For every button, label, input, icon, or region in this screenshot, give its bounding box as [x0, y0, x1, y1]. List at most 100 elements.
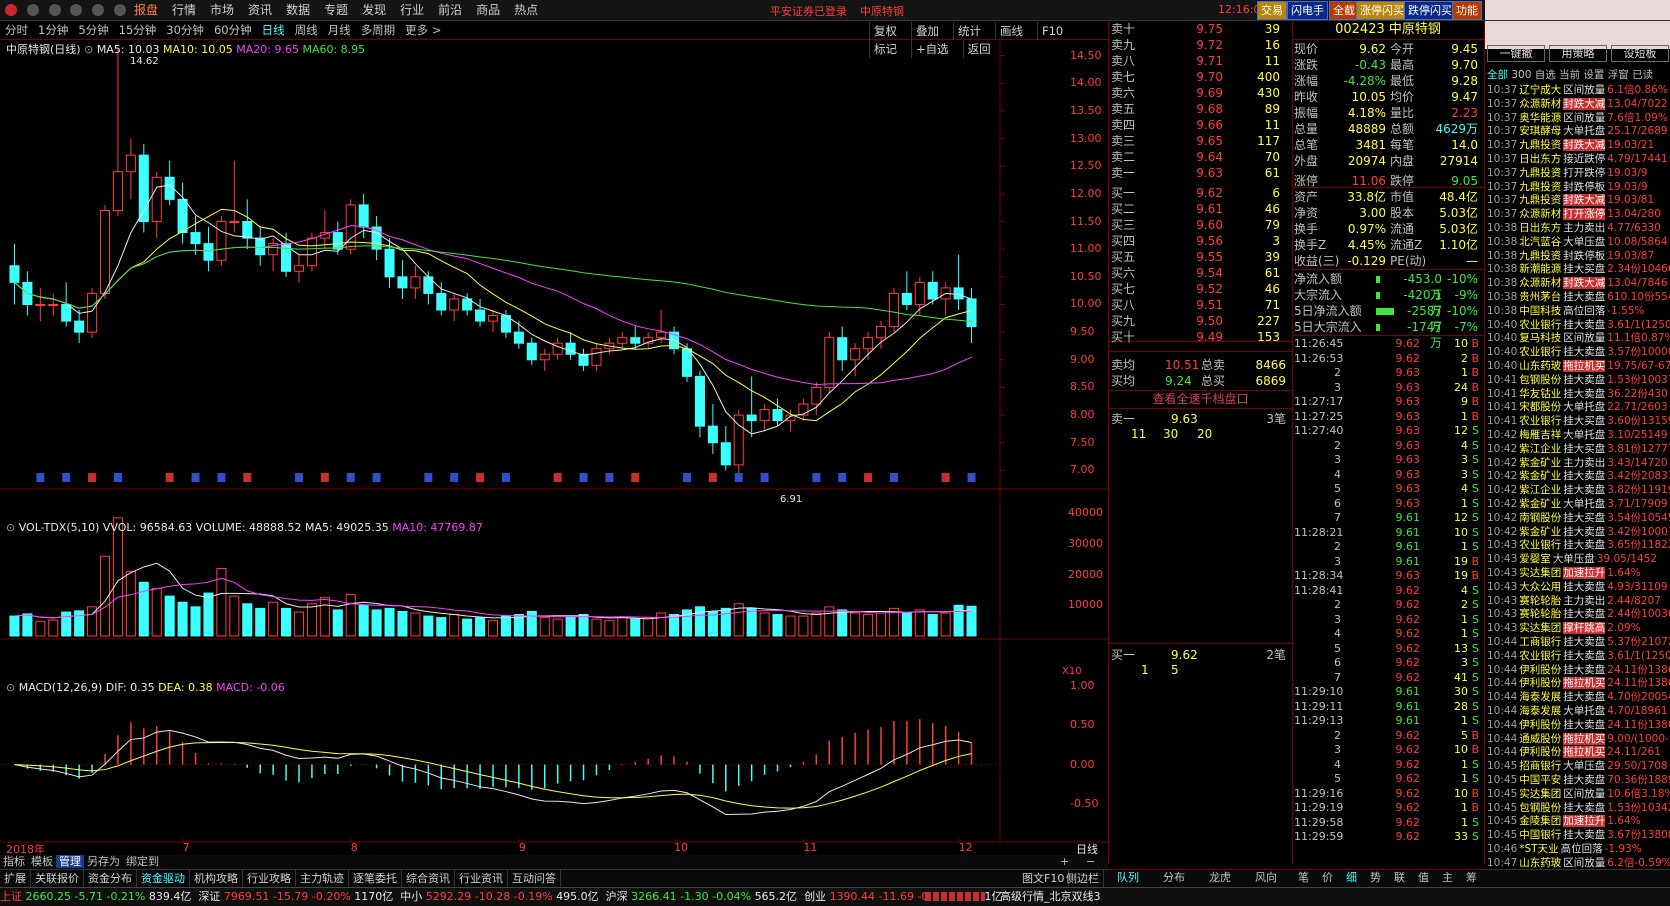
news-item[interactable]: 10:42 紫江企业 挂大买盘 3.81份12777 — [1487, 442, 1670, 456]
news-item[interactable]: 10:38 北汽蓝谷 大单压盘 10.08/5864 — [1487, 235, 1670, 249]
ask-row[interactable]: 卖六 9.69 430 — [1111, 85, 1290, 101]
ask-row[interactable]: 卖九 9.72 16 — [1111, 37, 1290, 53]
news-tab-read[interactable]: 已读 — [1632, 69, 1653, 81]
limit-up-buy-button[interactable]: 涨停闪买 — [1356, 1, 1408, 20]
news-item[interactable]: 10:40 复马科技 区间放量 11.1倍0.87% — [1487, 331, 1670, 345]
tab-bind[interactable]: 绑定到 — [123, 855, 162, 868]
news-item[interactable]: 10:42 梅雁吉祥 大单托盘 3.10/25149 — [1487, 428, 1670, 442]
period-60min[interactable]: 60分钟 — [214, 21, 252, 39]
news-item[interactable]: 10:44 通威股份 拖拉机买 9.00/(1000-1 — [1487, 732, 1670, 746]
ask-row[interactable]: 卖三 9.65 117 — [1111, 133, 1290, 149]
news-tab-300[interactable]: 300 — [1511, 69, 1531, 81]
period-30min[interactable]: 30分钟 — [166, 21, 204, 39]
tab-distribution[interactable]: 分布 — [1163, 870, 1185, 885]
tool-f10[interactable]: F10 — [1037, 22, 1067, 40]
period-month[interactable]: 月线 — [328, 21, 351, 39]
tab-qa[interactable]: 互动问答 — [508, 870, 561, 887]
menu-markets[interactable]: 市场 — [210, 0, 234, 20]
tab-related-quotes[interactable]: 关联报价 — [31, 870, 84, 887]
tab-trend[interactable]: 势 — [1370, 870, 1381, 885]
tool-restore-rights[interactable]: 复权 — [869, 22, 901, 40]
news-item[interactable]: 10:41 包钢股份 挂大卖盘 1.53份10037 — [1487, 373, 1670, 387]
news-item[interactable]: 10:43 农业银行 挂大卖盘 3.65份11822 — [1487, 538, 1670, 552]
news-item[interactable]: 10:42 紫金矿业 主力卖出 3.43/14720 — [1487, 456, 1670, 470]
period-1min[interactable]: 1分钟 — [38, 21, 68, 39]
ask-row[interactable]: 卖八 9.71 11 — [1111, 53, 1290, 69]
ask-row[interactable]: 卖四 9.66 11 — [1111, 117, 1290, 133]
period-5min[interactable]: 5分钟 — [78, 21, 108, 39]
menu-topics[interactable]: 专题 — [324, 0, 348, 20]
news-item[interactable]: 10:45 中国银行 挂大卖盘 3.67份13808 — [1487, 828, 1670, 842]
news-item[interactable]: 10:46 *ST天业 高位回落 -1.93% — [1487, 842, 1670, 856]
news-item[interactable]: 10:37 九鼎投资 封跌大减 19.03/81 — [1487, 193, 1670, 207]
period-multi[interactable]: 多周期 — [361, 21, 396, 39]
function-button[interactable]: 功能 — [1452, 1, 1482, 20]
bid-row[interactable]: 买八 9.51 71 — [1111, 297, 1290, 313]
zoom-in-icon[interactable]: + — [1060, 855, 1069, 869]
bid-row[interactable]: 买七 9.52 46 — [1111, 281, 1290, 297]
news-item[interactable]: 10:37 九鼎投资 封跌停板 19.03/9 — [1487, 180, 1670, 194]
refresh-icon[interactable] — [70, 4, 83, 16]
news-item[interactable]: 10:37 九鼎投资 封跌大减 19.03/21 — [1487, 138, 1670, 152]
use-strategy-button[interactable]: 用策略 — [1549, 45, 1607, 62]
limit-down-buy-button[interactable]: 跌停闪买 — [1404, 1, 1456, 20]
period-tick[interactable]: 分时 — [5, 21, 28, 39]
one-key-cancel-button[interactable]: 一键撤 — [1487, 45, 1545, 62]
bid-row[interactable]: 买四 9.56 3 — [1111, 233, 1290, 249]
collapse-icon[interactable]: ⊙ — [6, 521, 15, 534]
news-item[interactable]: 10:42 紫金矿业 挂大卖盘 3.42份10001 — [1487, 525, 1670, 539]
status-sh[interactable]: 上证 2660.25 -5.71 -0.21% 839.4亿 — [0, 890, 191, 903]
news-tab-settings[interactable]: 设置 — [1583, 69, 1604, 81]
news-item[interactable]: 10:37 奥华能源 区间放量 7.6倍1.09% — [1487, 111, 1670, 125]
news-item[interactable]: 10:38 九鼎投资 封跌停板 19.03/87 — [1487, 249, 1670, 263]
tab-institution[interactable]: 机构攻略 — [190, 870, 243, 887]
news-item[interactable]: 10:44 伊利股份 挂大卖盘 24.11份1386 — [1487, 663, 1670, 677]
news-item[interactable]: 10:38 新潮能源 挂大买盘 2.34份10466 — [1487, 262, 1670, 276]
forward-icon[interactable] — [48, 4, 61, 16]
trade-button[interactable]: 交易 — [1257, 1, 1287, 20]
news-item[interactable]: 10:44 海泰发展 大单托盘 4.70/18961 — [1487, 704, 1670, 718]
news-item[interactable]: 10:43 赛轮轮胎 主力卖出 2.44/8207 — [1487, 594, 1670, 608]
flash-hand-button[interactable]: 闪电手 — [1287, 1, 1328, 20]
ask-row[interactable]: 卖七 9.70 400 — [1111, 69, 1290, 85]
news-item[interactable]: 10:47 山东药玻 区间放量 6.2倍-0.59% — [1487, 856, 1670, 870]
news-item[interactable]: 10:44 海泰发展 挂大卖盘 4.70份20054 — [1487, 690, 1670, 704]
tab-extend[interactable]: 扩展 — [0, 870, 31, 887]
news-item[interactable]: 10:41 宋都股份 大单托盘 22.71/2603 — [1487, 400, 1670, 414]
news-item[interactable]: 10:40农业银行挂大卖盘3.61/1(1250-1 — [1487, 318, 1670, 332]
news-item[interactable]: 10:42 紫江企业 挂大卖盘 3.82份11919 — [1487, 483, 1670, 497]
news-item[interactable]: 10:42 紫金矿业 挂大卖盘 3.42份20831 — [1487, 469, 1670, 483]
news-item[interactable]: 10:44 伊利股份 拖拉机买 24.11/261 — [1487, 745, 1670, 759]
tab-industry-strategy[interactable]: 行业攻略 — [243, 870, 296, 887]
app-logo-icon[interactable] — [5, 4, 17, 16]
news-item[interactable]: 10:43 大众公用 挂大卖盘 4.93/31109 — [1487, 580, 1670, 594]
menu-market[interactable]: 行情 — [172, 0, 196, 20]
tab-link[interactable]: 联 — [1394, 870, 1405, 885]
news-item[interactable]: 10:41 农业银行 挂大买盘 3.60份13159 — [1487, 414, 1670, 428]
tab-price[interactable]: 价 — [1322, 870, 1333, 885]
tab-template[interactable]: 模板 — [28, 855, 56, 868]
news-item[interactable]: 10:45 实达集团 区间放量 10.6倍3.18% — [1487, 787, 1670, 801]
full-depth-link[interactable]: 查看全速千档盘口 — [1109, 390, 1292, 409]
cancel-all-button[interactable]: 全截 — [1329, 1, 1359, 20]
menu-commodity[interactable]: 商品 — [476, 0, 500, 20]
bid-row[interactable]: 买六 9.54 61 — [1111, 265, 1290, 281]
tab-chips[interactable]: 筹 — [1466, 870, 1477, 885]
tab-fund-distribution[interactable]: 资金分布 — [84, 870, 137, 887]
set-short-button[interactable]: 设短板 — [1611, 45, 1669, 62]
tab-main-trail[interactable]: 主力轨迹 — [296, 870, 349, 887]
tab-manage[interactable]: 管理 — [56, 855, 84, 868]
news-item[interactable]: 10:38 日出东方 主力卖出 4.77/6330 — [1487, 221, 1670, 235]
status-zx[interactable]: 中小 5292.29 -10.28 -0.19% 495.0亿 — [400, 890, 598, 903]
news-item[interactable]: 10:37 辽宁成大 区间放量 6.1倍0.86% — [1487, 83, 1670, 97]
status-sz[interactable]: 深证 7969.51 -15.79 -0.20% 1170亿 — [198, 890, 393, 903]
tab-save-as[interactable]: 另存为 — [84, 855, 123, 868]
zoom-out-icon[interactable]: − — [1086, 855, 1095, 869]
news-item[interactable]: 10:37 安琪酵母 大单托盘 25.17/2689 — [1487, 124, 1670, 138]
tab-order-detail[interactable]: 逐笔委托 — [349, 870, 402, 887]
tab-wind[interactable]: 风向 — [1255, 870, 1277, 885]
news-item[interactable]: 10:44 工商银行 挂大卖盘 5.37份21072 — [1487, 635, 1670, 649]
bid-row[interactable]: 买十 9.49 153 — [1111, 329, 1290, 345]
news-item[interactable]: 10:45 包钢股份 挂大卖盘 1.53份10342 — [1487, 801, 1670, 815]
status-hs[interactable]: 沪深 3266.41 -1.30 -0.04% 565.2亿 — [606, 890, 797, 903]
